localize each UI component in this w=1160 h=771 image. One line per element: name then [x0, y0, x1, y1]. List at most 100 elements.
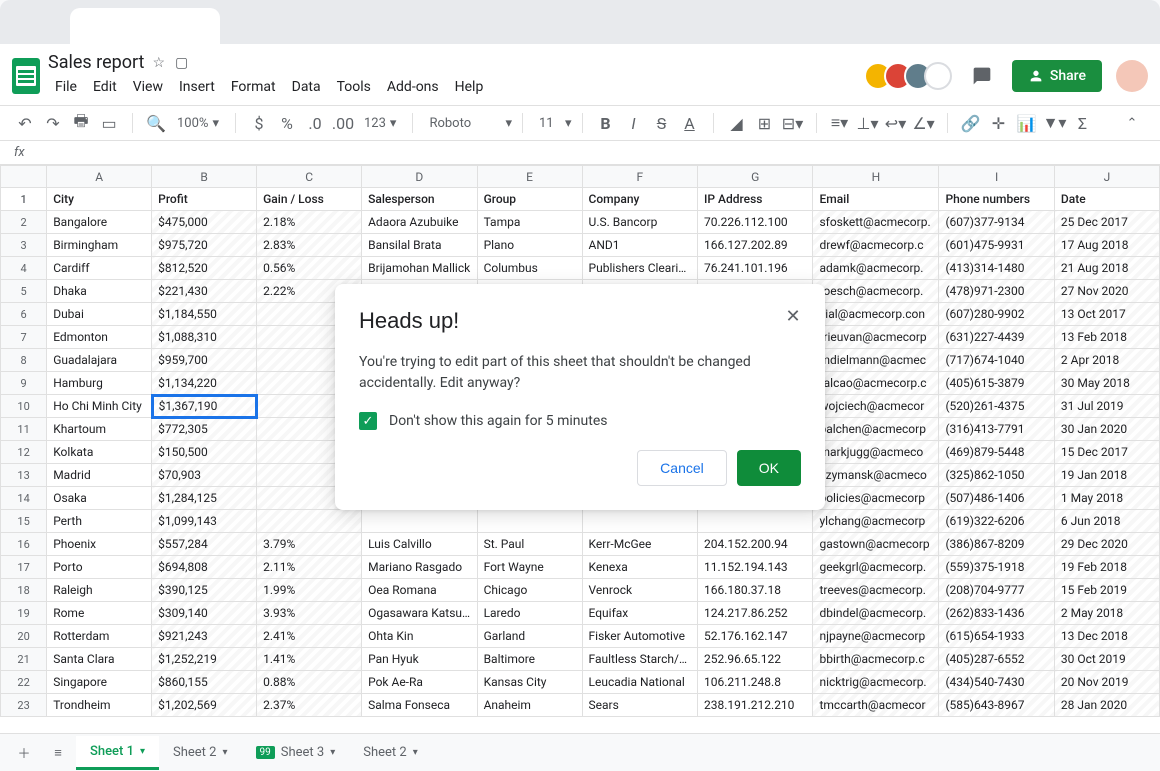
cell[interactable]: 124.217.86.252 [698, 602, 813, 625]
cell[interactable] [698, 510, 813, 533]
menu-view[interactable]: View [126, 75, 170, 99]
cell[interactable]: (325)862-1050 [939, 464, 1054, 487]
cell[interactable]: (607)280-9902 [939, 303, 1054, 326]
cell[interactable]: Dubai [47, 303, 152, 326]
font-select[interactable]: Roboto [423, 116, 503, 131]
column-header[interactable]: E [477, 166, 582, 188]
cell[interactable]: mdielmann@acmec [813, 349, 939, 372]
cell[interactable]: Edmonton [47, 326, 152, 349]
cell[interactable]: Perth [47, 510, 152, 533]
cell[interactable]: 2.83% [257, 234, 362, 257]
cancel-button[interactable]: Cancel [637, 450, 727, 486]
cell[interactable]: (386)867-8209 [939, 533, 1054, 556]
cell[interactable]: 30 May 2018 [1054, 372, 1159, 395]
header-cell[interactable]: IP Address [698, 188, 813, 211]
cell[interactable]: 2.18% [257, 211, 362, 234]
cell[interactable]: $959,700 [152, 349, 257, 372]
cell[interactable]: 52.176.162.147 [698, 625, 813, 648]
cell[interactable]: Anaheim [477, 694, 582, 717]
cell[interactable]: 2 May 2018 [1054, 602, 1159, 625]
cell[interactable]: 6 Jun 2018 [1054, 510, 1159, 533]
row-number[interactable]: 3 [1, 234, 47, 257]
cell[interactable]: Pok Ae-Ra [362, 671, 477, 694]
cell[interactable]: Ho Chi Minh City [47, 395, 152, 418]
cell[interactable]: 19 Feb 2018 [1054, 556, 1159, 579]
bold-icon[interactable]: B [593, 110, 619, 136]
avatar[interactable] [924, 62, 952, 90]
cell[interactable]: 13 Oct 2017 [1054, 303, 1159, 326]
cell[interactable]: 29 Dec 2020 [1054, 533, 1159, 556]
row-number[interactable]: 9 [1, 372, 47, 395]
header-cell[interactable]: Company [582, 188, 697, 211]
cell[interactable]: Publishers Clearing [582, 257, 697, 280]
cell[interactable]: wojciech@acmecor [813, 395, 939, 418]
cell[interactable]: $309,140 [152, 602, 257, 625]
column-header[interactable]: I [939, 166, 1054, 188]
cell[interactable]: $860,155 [152, 671, 257, 694]
cell[interactable]: (520)261-4375 [939, 395, 1054, 418]
ok-button[interactable]: OK [737, 450, 801, 486]
menu-help[interactable]: Help [448, 75, 491, 99]
cell[interactable]: Raleigh [47, 579, 152, 602]
cell[interactable]: $1,252,219 [152, 648, 257, 671]
redo-icon[interactable]: ↷ [40, 110, 66, 136]
cell[interactable]: Fisker Automotive [582, 625, 697, 648]
cell[interactable]: geekgrl@acmecorp. [813, 556, 939, 579]
header-cell[interactable]: Gain / Loss [257, 188, 362, 211]
cell[interactable]: Bansilal Brata [362, 234, 477, 257]
sheet-tab[interactable]: Sheet 2 ▾ [159, 736, 241, 770]
share-button[interactable]: Share [1012, 60, 1102, 92]
cell[interactable]: nicktrig@acmecorp. [813, 671, 939, 694]
cell[interactable]: njpayne@acmecorp [813, 625, 939, 648]
cell[interactable] [477, 510, 582, 533]
cell[interactable]: Singapore [47, 671, 152, 694]
cell[interactable]: 106.211.248.8 [698, 671, 813, 694]
cell[interactable]: U.S. Bancorp [582, 211, 697, 234]
cell[interactable]: Tampa [477, 211, 582, 234]
filter-icon[interactable]: ▼▾ [1042, 110, 1068, 136]
cell[interactable]: Pan Hyuk [362, 648, 477, 671]
cell[interactable]: 2.37% [257, 694, 362, 717]
cell[interactable]: (262)833-1436 [939, 602, 1054, 625]
cell[interactable]: $557,284 [152, 533, 257, 556]
cell[interactable]: Plano [477, 234, 582, 257]
link-icon[interactable]: 🔗 [958, 110, 984, 136]
cell[interactable]: Rome [47, 602, 152, 625]
cell[interactable]: Luis Calvillo [362, 533, 477, 556]
cell[interactable]: Osaka [47, 487, 152, 510]
row-number[interactable]: 20 [1, 625, 47, 648]
cell[interactable]: (607)377-9134 [939, 211, 1054, 234]
cell[interactable]: tmccarth@acmecor [813, 694, 939, 717]
header-cell[interactable]: Phone numbers [939, 188, 1054, 211]
valign-icon[interactable]: ⊥▾ [855, 110, 881, 136]
cell[interactable]: szymansk@acmeco [813, 464, 939, 487]
borders-icon[interactable]: ⊞ [752, 110, 778, 136]
row-number[interactable]: 14 [1, 487, 47, 510]
text-color-icon[interactable]: A [677, 110, 703, 136]
wrap-icon[interactable]: ↩▾ [883, 110, 909, 136]
cell[interactable]: ilial@acmecorp.con [813, 303, 939, 326]
cell[interactable]: (619)322-6206 [939, 510, 1054, 533]
fill-color-icon[interactable]: ◢ [724, 110, 750, 136]
cell[interactable]: Rotterdam [47, 625, 152, 648]
header-cell[interactable]: Email [813, 188, 939, 211]
increase-decimal-icon[interactable]: .00 [330, 110, 356, 136]
cell[interactable]: Equifax [582, 602, 697, 625]
comment-icon[interactable]: ✛ [986, 110, 1012, 136]
cell[interactable]: 70.226.112.100 [698, 211, 813, 234]
cell[interactable]: $1,202,569 [152, 694, 257, 717]
cell[interactable]: (413)314-1480 [939, 257, 1054, 280]
comments-button[interactable] [966, 60, 998, 92]
move-folder-icon[interactable]: ▢ [175, 55, 188, 71]
print-icon[interactable]: 🖶 [68, 110, 94, 136]
cell[interactable]: Oea Romana [362, 579, 477, 602]
row-number[interactable]: 5 [1, 280, 47, 303]
cell[interactable]: 15 Feb 2019 [1054, 579, 1159, 602]
cell[interactable]: 11.152.194.143 [698, 556, 813, 579]
cell[interactable]: $772,305 [152, 418, 257, 441]
row-number[interactable]: 6 [1, 303, 47, 326]
cell[interactable]: 30 Jan 2020 [1054, 418, 1159, 441]
column-header[interactable]: H [813, 166, 939, 188]
cell[interactable]: $812,520 [152, 257, 257, 280]
cell[interactable]: 13 Dec 2018 [1054, 625, 1159, 648]
